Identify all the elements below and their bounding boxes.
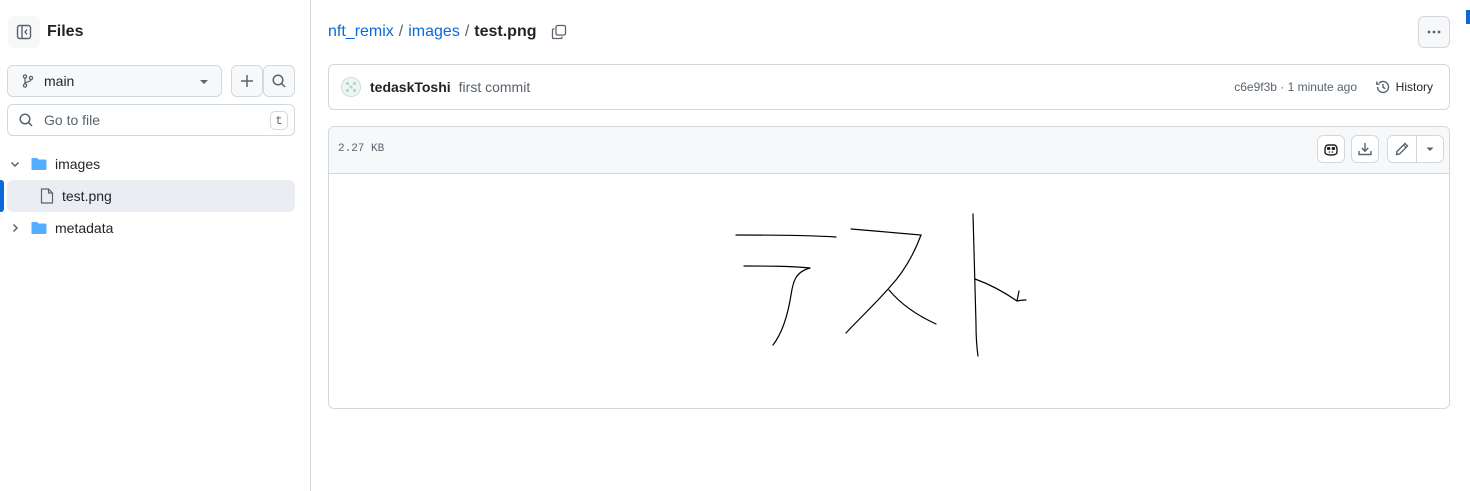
sidebar-header: Files — [8, 16, 83, 48]
history-label: History — [1395, 80, 1433, 94]
edit-options-dropdown[interactable] — [1417, 136, 1443, 162]
plus-icon — [241, 75, 253, 87]
breadcrumb: nft_remix / images / test.png — [328, 23, 537, 41]
git-branch-icon — [22, 74, 34, 88]
breadcrumb-current-file: test.png — [474, 23, 537, 40]
sidebar-collapse-icon — [16, 24, 32, 40]
branch-selector[interactable]: main — [7, 65, 222, 97]
history-button[interactable]: History — [1375, 79, 1433, 95]
chevron-down-icon — [10, 161, 20, 168]
file-icon — [40, 188, 54, 204]
copy-icon — [551, 24, 566, 40]
more-options-button[interactable] — [1418, 16, 1450, 48]
edit-file-button[interactable] — [1388, 136, 1418, 162]
file-tree-sidebar: Files main Go to file t images test.png … — [0, 0, 311, 491]
avatar-identicon-icon — [346, 82, 356, 92]
breadcrumb-separator: / — [398, 23, 404, 40]
add-file-button[interactable] — [231, 65, 263, 97]
tree-item-images[interactable]: images — [7, 148, 295, 180]
breadcrumb-folder-link[interactable]: images — [408, 23, 460, 40]
file-size: 2.27 KB — [338, 143, 385, 155]
png-image-drawing — [735, 213, 1027, 357]
triangle-down-icon — [1426, 147, 1434, 151]
latest-commit-bar: tedaskToshi first commit c6e9f3b · 1 min… — [328, 64, 1450, 110]
download-icon — [1358, 143, 1372, 156]
scroll-accent — [1466, 10, 1470, 24]
tree-item-label: test.png — [62, 188, 112, 204]
keyboard-shortcut-hint: t — [270, 111, 288, 130]
search-icon — [272, 74, 286, 88]
search-icon — [19, 113, 33, 127]
commit-message-link[interactable]: first commit — [459, 79, 531, 95]
copy-path-button[interactable] — [551, 24, 567, 40]
copilot-icon — [1324, 144, 1338, 156]
image-preview — [329, 174, 1449, 408]
collapse-sidebar-button[interactable] — [8, 16, 40, 48]
copilot-button[interactable] — [1317, 135, 1345, 163]
breadcrumb-repo-link[interactable]: nft_remix — [328, 23, 394, 40]
selected-indicator — [0, 180, 4, 212]
go-to-file-input[interactable]: Go to file t — [7, 104, 295, 136]
file-header: 2.27 KB — [329, 127, 1449, 174]
sidebar-title: Files — [47, 23, 84, 40]
edit-button-group — [1387, 135, 1444, 163]
download-raw-button[interactable] — [1351, 135, 1379, 163]
tree-item-metadata[interactable]: metadata — [7, 212, 295, 244]
folder-icon — [31, 222, 47, 234]
go-to-file-placeholder: Go to file — [44, 112, 101, 128]
history-icon — [1375, 80, 1389, 94]
tree-item-label: images — [55, 156, 101, 172]
kebab-horizontal-icon — [1427, 30, 1441, 34]
breadcrumb-separator: / — [464, 23, 470, 40]
caret-down-icon — [200, 80, 208, 84]
commit-sha-time[interactable]: c6e9f3b · 1 minute ago — [1234, 80, 1357, 94]
commit-author-link[interactable]: tedaskToshi — [370, 79, 451, 95]
file-viewer: 2.27 KB — [328, 126, 1450, 409]
tree-item-label: metadata — [55, 220, 114, 236]
tree-item-test-png[interactable]: test.png — [7, 180, 295, 212]
search-code-button[interactable] — [263, 65, 295, 97]
pencil-icon — [1395, 142, 1409, 156]
branch-name: main — [44, 73, 75, 89]
chevron-right-icon — [12, 223, 19, 233]
file-path-header: nft_remix / images / test.png — [328, 16, 1450, 48]
avatar[interactable] — [341, 77, 361, 97]
folder-open-icon — [31, 158, 47, 170]
